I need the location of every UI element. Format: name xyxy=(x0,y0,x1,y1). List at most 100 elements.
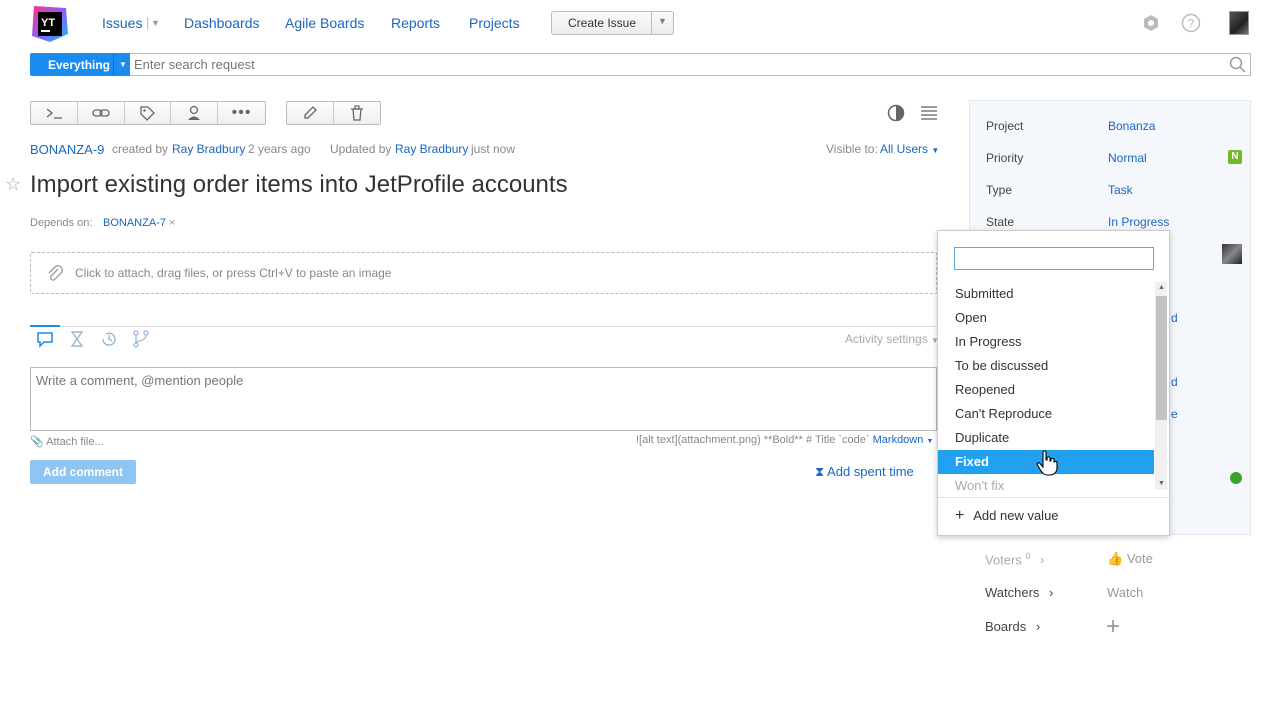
contrast-icon[interactable] xyxy=(887,104,905,122)
more-button[interactable]: ••• xyxy=(218,102,265,124)
field-value-partial[interactable]: d xyxy=(1171,311,1178,325)
boards-label: Boards xyxy=(985,619,1027,634)
search-field[interactable] xyxy=(130,53,1251,76)
scroll-down-arrow-icon[interactable]: ▼ xyxy=(1158,480,1165,487)
chevron-right-icon: › xyxy=(1040,552,1045,568)
visibility-value: All Users xyxy=(880,142,929,156)
priority-badge: N xyxy=(1228,150,1242,164)
edit-toolbar xyxy=(286,101,381,125)
nav-projects[interactable]: Projects xyxy=(469,15,520,31)
visibility-select[interactable]: All Users ▼ xyxy=(880,142,939,156)
attach-file-button[interactable]: 📎 Attach file... xyxy=(30,435,104,448)
tag-icon xyxy=(140,106,156,121)
add-board-icon[interactable]: + xyxy=(1106,613,1120,641)
search-icon[interactable] xyxy=(1229,56,1247,74)
state-option-reopened[interactable]: Reopened xyxy=(938,378,1154,402)
field-value-state[interactable]: In Progress xyxy=(1108,215,1169,229)
comment-input[interactable]: Write a comment, @mention people xyxy=(30,367,937,431)
chevron-down-icon[interactable]: ▼ xyxy=(151,18,160,28)
tag-button[interactable] xyxy=(125,102,172,124)
field-label-priority: Priority xyxy=(986,151,1024,165)
add-comment-button[interactable]: Add comment xyxy=(30,460,136,484)
creator-link[interactable]: Ray Bradbury xyxy=(172,142,245,156)
youtrack-logo[interactable]: YT xyxy=(30,4,70,44)
watchers-button[interactable]: Watchers › xyxy=(985,585,1053,600)
watch-button[interactable]: Watch xyxy=(1107,585,1143,600)
state-option-duplicate[interactable]: Duplicate xyxy=(938,426,1154,450)
more-dots-icon: ••• xyxy=(231,104,252,121)
edit-button[interactable] xyxy=(287,102,334,124)
assignee-avatar[interactable] xyxy=(1222,244,1242,264)
command-button[interactable] xyxy=(31,102,78,124)
issue-id[interactable]: BONANZA-9 xyxy=(30,142,104,157)
state-option-to-be-discussed[interactable]: To be discussed xyxy=(938,354,1154,378)
user-avatar[interactable] xyxy=(1229,11,1249,35)
vcs-tab-icon[interactable] xyxy=(132,330,150,348)
comment-placeholder: Write a comment, @mention people xyxy=(36,373,244,388)
chevron-down-icon: ▼ xyxy=(926,438,934,445)
state-filter-input[interactable] xyxy=(954,247,1154,270)
attach-file-label: Attach file... xyxy=(46,436,104,448)
state-option-cant-reproduce[interactable]: Can't Reproduce xyxy=(938,402,1154,426)
created-time: 2 years ago xyxy=(248,142,311,156)
add-new-value-button[interactable]: + Add new value xyxy=(955,507,1059,525)
divider xyxy=(113,53,114,76)
state-option-wont-fix[interactable]: Won't fix xyxy=(938,474,1154,490)
delete-button[interactable] xyxy=(334,102,381,124)
chevron-down-icon[interactable]: ▼ xyxy=(119,60,127,69)
scroll-up-arrow-icon[interactable]: ▲ xyxy=(1158,284,1165,291)
field-value-priority[interactable]: Normal xyxy=(1108,151,1147,165)
nav-divider: | xyxy=(146,15,150,30)
nav-dashboards[interactable]: Dashboards xyxy=(184,15,260,31)
field-value-project[interactable]: Bonanza xyxy=(1108,119,1155,133)
activity-settings-label: Activity settings xyxy=(845,332,928,346)
chevron-right-icon: › xyxy=(1049,585,1054,600)
plus-icon: + xyxy=(955,507,965,524)
field-value-type[interactable]: Task xyxy=(1108,183,1133,197)
chevron-down-icon: ▼ xyxy=(931,146,940,155)
settings-gear-icon[interactable] xyxy=(1141,13,1161,33)
history-tab-icon[interactable] xyxy=(100,330,118,348)
remove-icon[interactable]: × xyxy=(169,217,175,229)
nav-reports[interactable]: Reports xyxy=(391,15,440,31)
assign-button[interactable] xyxy=(171,102,219,124)
search-context-button[interactable]: Everything ▼ xyxy=(30,53,130,76)
depends-label: Depends on: xyxy=(30,217,93,229)
state-option-open[interactable]: Open xyxy=(938,306,1154,330)
nav-agile-boards[interactable]: Agile Boards xyxy=(285,15,364,31)
hourglass-icon: ⧗ xyxy=(815,464,825,479)
menu-lines-icon[interactable] xyxy=(920,105,938,121)
link-icon xyxy=(92,109,110,117)
updated-time: just now xyxy=(471,142,516,156)
command-icon xyxy=(46,108,62,119)
chevron-down-icon[interactable]: ▼ xyxy=(658,16,667,26)
add-spent-time-button[interactable]: ⧗ Add spent time xyxy=(815,464,914,480)
add-new-value-label: Add new value xyxy=(973,508,1059,523)
scrollbar-thumb[interactable] xyxy=(1156,296,1167,420)
comments-tab-icon[interactable] xyxy=(36,330,54,348)
field-value-partial[interactable]: d xyxy=(1171,375,1178,389)
nav-issues[interactable]: Issues xyxy=(102,15,142,31)
updater-link[interactable]: Ray Bradbury xyxy=(395,142,468,156)
star-icon[interactable]: ☆ xyxy=(5,174,21,195)
attachment-drop-zone[interactable]: Click to attach, drag files, or press Ct… xyxy=(30,252,937,294)
vote-button[interactable]: 👍 Vote xyxy=(1107,551,1153,567)
voters-button[interactable]: Voters 0 › xyxy=(985,551,1044,567)
boards-button[interactable]: Boards › xyxy=(985,619,1040,634)
create-issue-button[interactable]: Create Issue ▼ xyxy=(551,11,674,35)
state-option-in-progress[interactable]: In Progress xyxy=(938,330,1154,354)
activity-settings-button[interactable]: Activity settings ▼ xyxy=(845,332,939,346)
markdown-label: Markdown xyxy=(872,434,924,446)
issue-title[interactable]: Import existing order items into JetProf… xyxy=(30,171,568,199)
hourglass-tab-icon[interactable] xyxy=(68,330,86,348)
create-issue-label: Create Issue xyxy=(568,16,637,30)
search-input[interactable] xyxy=(130,54,1210,75)
state-option-submitted[interactable]: Submitted xyxy=(938,282,1154,306)
markdown-syntax-hint: ![alt text](attachment.png) **Bold** # T… xyxy=(636,434,870,446)
markdown-select[interactable]: Markdown ▼ xyxy=(873,434,934,446)
link-button[interactable] xyxy=(78,102,125,124)
dropdown-scrollbar[interactable]: ▲ ▼ xyxy=(1155,282,1167,490)
field-value-partial[interactable]: e xyxy=(1171,407,1178,421)
help-icon[interactable]: ? xyxy=(1181,13,1201,33)
depends-link[interactable]: BONANZA-7 × xyxy=(103,217,175,229)
